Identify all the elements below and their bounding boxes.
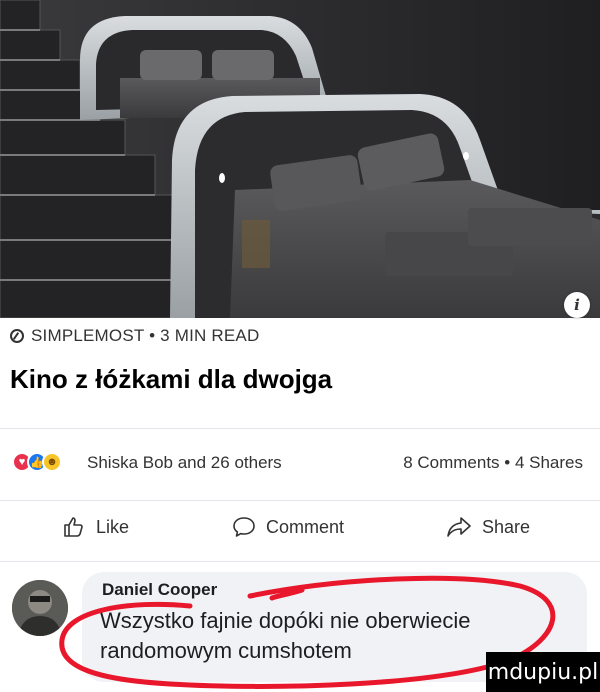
comment-button-label: Comment [266, 516, 345, 537]
link-headline[interactable]: Kino z łóżkami dla dwojga [10, 364, 332, 395]
cinema-beds-photo [0, 0, 600, 318]
like-button-label: Like [96, 516, 130, 537]
avatar[interactable] [12, 580, 68, 636]
comment-author[interactable]: Daniel Cooper [102, 580, 217, 600]
like-button[interactable]: Like [62, 515, 129, 539]
thumbs-up-icon [64, 517, 83, 537]
commenter-photo [12, 580, 68, 636]
link-source-label: SIMPLEMOST • 3 MIN READ [31, 326, 260, 345]
info-icon[interactable]: i [564, 292, 590, 318]
comment-bubble-icon [233, 517, 255, 537]
reaction-summary[interactable]: Shiska Bob and 26 others [87, 453, 282, 473]
action-bar: Like Comment Share [0, 500, 600, 562]
comment-share-counts[interactable]: 8 Comments • 4 Shares [403, 453, 583, 473]
link-preview-image[interactable] [0, 0, 600, 318]
comment-button[interactable]: Comment [232, 515, 344, 539]
share-button[interactable]: Share [446, 515, 530, 539]
divider [0, 428, 600, 429]
watermark: mdupiu.pl [486, 652, 600, 692]
compass-icon [10, 329, 24, 343]
haha-reaction-icon: ☻ [42, 452, 62, 472]
share-arrow-icon [447, 517, 471, 537]
link-source: SIMPLEMOST • 3 MIN READ [10, 326, 259, 346]
reaction-icons[interactable]: ♥ 👍 ☻ [12, 452, 62, 472]
share-button-label: Share [482, 516, 531, 537]
